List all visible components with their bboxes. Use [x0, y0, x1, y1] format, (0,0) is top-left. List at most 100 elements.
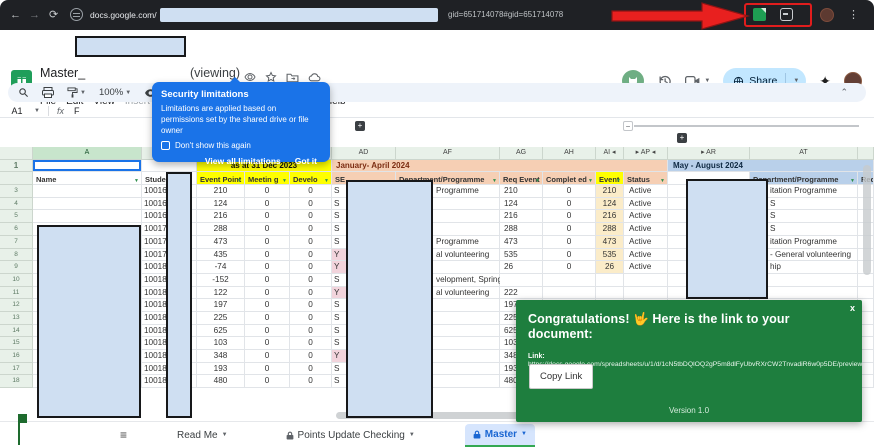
cell[interactable]: 216	[596, 210, 624, 223]
cell[interactable]: 0	[543, 223, 596, 236]
search-icon[interactable]	[18, 87, 29, 98]
cell[interactable]: 0	[290, 274, 332, 287]
expand-group-button[interactable]: +	[355, 121, 365, 131]
cell[interactable]: Active	[624, 223, 668, 236]
cell[interactable]: 288	[500, 223, 543, 236]
tab-dropdown-caret[interactable]: ▼	[521, 431, 527, 437]
cell[interactable]: 193	[197, 363, 245, 376]
column-letter[interactable]: AD	[332, 147, 396, 160]
cell[interactable]: 535	[500, 249, 543, 262]
filter-icon[interactable]: ▼	[616, 175, 621, 185]
cell[interactable]: 210	[197, 185, 245, 198]
cell[interactable]: 0	[543, 210, 596, 223]
row-number[interactable]: 18	[0, 375, 33, 388]
cell[interactable]	[33, 185, 142, 198]
cell[interactable]: 0	[290, 198, 332, 211]
cell[interactable]: 0	[543, 198, 596, 211]
formula-input[interactable]: F	[74, 106, 80, 116]
name-box[interactable]: A1	[0, 106, 34, 116]
zoom-select[interactable]: 100% ▼	[99, 87, 131, 98]
row-number[interactable]: 15	[0, 337, 33, 350]
tab-read-me[interactable]: Read Me ▼	[169, 424, 236, 447]
column-letter[interactable]: A	[33, 147, 142, 160]
cell[interactable]: 124	[197, 198, 245, 211]
cell[interactable]: 0	[290, 236, 332, 249]
row-number[interactable]: 4	[0, 198, 33, 211]
url-host-text[interactable]: docs.google.com/	[90, 0, 157, 30]
cell[interactable]: 0	[245, 223, 290, 236]
cell[interactable]: 210	[500, 185, 543, 198]
row-number[interactable]: 3	[0, 185, 33, 198]
cell[interactable]: 0	[290, 325, 332, 338]
cell[interactable]: Active	[624, 185, 668, 198]
row-number[interactable]: 14	[0, 325, 33, 338]
paint-format-button[interactable]: ▼	[67, 87, 86, 98]
filter-icon[interactable]: ▼	[660, 175, 665, 185]
column-letter[interactable]: AT	[750, 147, 858, 160]
cell[interactable]	[543, 274, 596, 287]
column-letter[interactable]: AG	[500, 147, 543, 160]
filter-icon[interactable]: ▼	[282, 175, 287, 185]
header-event-points-left[interactable]: Event Points Left▼	[596, 172, 624, 185]
cell[interactable]: 0	[245, 185, 290, 198]
dialog-close-button[interactable]: x	[850, 303, 855, 313]
cell[interactable]: 473	[500, 236, 543, 249]
name-box-caret[interactable]: ▼	[34, 108, 40, 114]
open-in-window-icon[interactable]	[780, 8, 793, 21]
filter-icon[interactable]: ▼	[535, 175, 540, 185]
cell[interactable]: 225	[197, 312, 245, 325]
cell[interactable]	[624, 274, 668, 287]
row-number[interactable]: 6	[0, 223, 33, 236]
column-letter[interactable]: AI ◂	[596, 147, 624, 160]
cell[interactable]: 288	[197, 223, 245, 236]
cell[interactable]: 0	[245, 312, 290, 325]
header-development-point[interactable]: Develo pment Point▼	[290, 172, 332, 185]
cell[interactable]: 0	[290, 223, 332, 236]
cell[interactable]: 0	[290, 312, 332, 325]
cell[interactable]	[543, 287, 596, 300]
cell[interactable]: 473	[596, 236, 624, 249]
column-letter[interactable]: ▸ AR	[668, 147, 750, 160]
cell[interactable]: 0	[245, 249, 290, 262]
tab-dropdown-caret[interactable]: ▼	[222, 432, 228, 438]
browser-menu-icon[interactable]: ⋮	[848, 0, 859, 30]
cell[interactable]: -74	[197, 261, 245, 274]
cell[interactable]: 348	[197, 350, 245, 363]
row-number[interactable]: 1	[0, 160, 33, 173]
cell[interactable]: 0	[245, 210, 290, 223]
cell[interactable]: Active	[624, 210, 668, 223]
all-sheets-menu-icon[interactable]: ≡	[120, 428, 127, 442]
cell[interactable]: 222	[500, 287, 543, 300]
header-name[interactable]: Name▼	[33, 172, 142, 185]
header-req-event-points[interactable]: Req Event Points▼	[500, 172, 543, 185]
row-number[interactable]: 16	[0, 350, 33, 363]
cell[interactable]: 197	[197, 299, 245, 312]
row-number[interactable]: 8	[0, 249, 33, 262]
cell[interactable]	[858, 274, 874, 287]
cell[interactable]: 0	[245, 274, 290, 287]
browser-back-icon[interactable]: ←	[10, 0, 21, 30]
cell[interactable]: 480	[197, 375, 245, 388]
filter-icon[interactable]: ▼	[492, 175, 497, 185]
dont-show-checkbox[interactable]	[161, 141, 170, 150]
cell[interactable]: 0	[290, 249, 332, 262]
cell[interactable]: 210	[596, 185, 624, 198]
cell[interactable]: 0	[245, 325, 290, 338]
column-letter[interactable]	[858, 147, 874, 160]
cell[interactable]: 0	[290, 185, 332, 198]
cell[interactable]: 124	[500, 198, 543, 211]
browser-reload-icon[interactable]: ⟳	[49, 0, 58, 30]
cell[interactable]: 535	[596, 249, 624, 262]
vertical-scrollbar[interactable]	[863, 165, 871, 275]
cell[interactable]: 0	[290, 363, 332, 376]
row-number[interactable]: 10	[0, 274, 33, 287]
cell[interactable]: 0	[245, 261, 290, 274]
cell[interactable]: Active	[624, 236, 668, 249]
cell[interactable]: 0	[543, 236, 596, 249]
cloud-status-icon[interactable]	[308, 72, 321, 82]
move-folder-icon[interactable]	[286, 72, 299, 83]
filter-icon[interactable]: ▼	[850, 175, 855, 185]
cell[interactable]: 288	[596, 223, 624, 236]
cell[interactable]: 0	[290, 350, 332, 363]
row-number[interactable]: 7	[0, 236, 33, 249]
